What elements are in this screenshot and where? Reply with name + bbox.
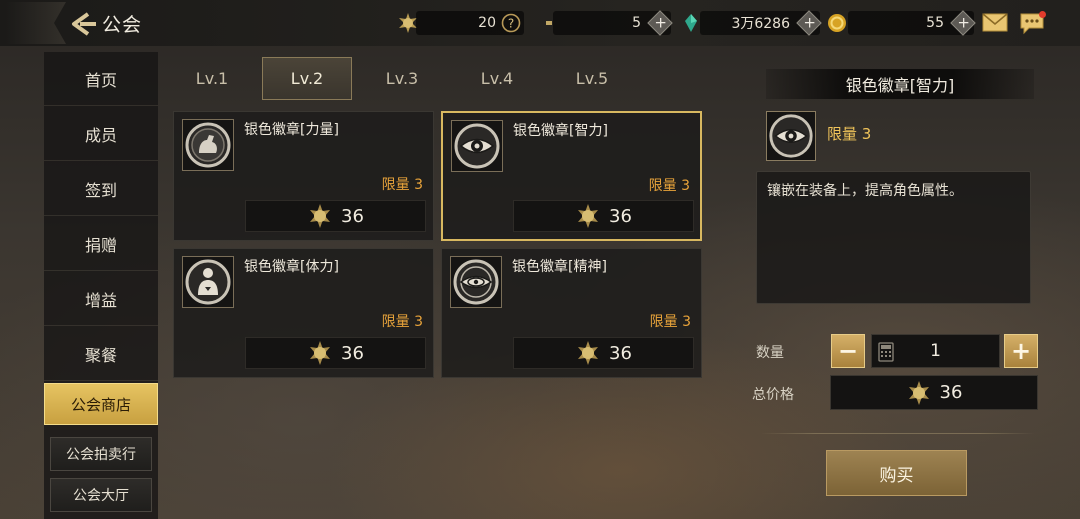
item-icon-frame <box>451 120 503 172</box>
shop-item-strength[interactable]: 银色徽章[力量] 限量 3 36 <box>173 111 434 241</box>
minus-icon: − <box>837 337 859 365</box>
guild-medal-icon <box>578 204 599 228</box>
sidebar: 首页 成员 签到 捐赠 增益 聚餐 公会商店 公会拍卖行 公会大厅 <box>44 52 158 519</box>
item-limit: 限量 3 <box>649 314 691 330</box>
tab-lv4[interactable]: Lv.4 <box>452 57 542 100</box>
intelligence-eye-icon <box>454 123 500 169</box>
detail-title: 银色徽章[智力] <box>766 69 1034 99</box>
guild-medal-icon <box>908 380 929 405</box>
spirit-eye-icon <box>453 259 499 305</box>
plus-icon: + <box>803 13 816 32</box>
guild-medal-icon <box>578 341 599 365</box>
page-title: 公会 <box>102 14 143 36</box>
tab-lv5[interactable]: Lv.5 <box>547 57 637 100</box>
calculator-icon[interactable] <box>878 342 894 362</box>
resource-medal-value: 20 <box>478 15 496 31</box>
resource-crystal: 3万6286 + <box>700 10 822 36</box>
item-price: 36 <box>245 200 426 232</box>
quantity-label: 数量 <box>756 345 784 361</box>
resource-moon-value: 5 <box>632 15 641 31</box>
sidebar-item-members[interactable]: 成员 <box>44 107 158 161</box>
svg-text:?: ? <box>508 17 514 31</box>
item-limit: 限量 3 <box>381 177 423 193</box>
strength-arm-icon <box>185 122 231 168</box>
item-limit: 限量 3 <box>381 314 423 330</box>
total-price: 36 <box>830 375 1038 410</box>
item-price-value: 36 <box>609 205 632 227</box>
shop-item-spirit[interactable]: 银色徽章[精神] 限量 3 36 <box>441 248 702 378</box>
plus-icon: + <box>957 13 970 32</box>
intelligence-eye-icon <box>769 114 813 158</box>
total-price-value: 36 <box>939 382 963 403</box>
mail-icon[interactable] <box>982 13 1008 32</box>
help-icon[interactable]: ? <box>501 13 521 33</box>
total-price-label: 总价格 <box>752 387 794 403</box>
item-description: 镶嵌在装备上，提高角色属性。 <box>756 171 1031 304</box>
item-icon-frame <box>182 119 234 171</box>
plus-icon: + <box>654 13 667 32</box>
guild-medal-icon <box>310 204 331 228</box>
buy-button[interactable]: 购买 <box>826 450 967 496</box>
quantity-value: 1 <box>930 341 941 361</box>
detail-limit: 限量 3 <box>827 125 872 143</box>
tab-lv3[interactable]: Lv.3 <box>357 57 447 100</box>
tab-lv1[interactable]: Lv.1 <box>167 57 257 100</box>
divider <box>760 433 1035 434</box>
detail-item-icon <box>766 111 816 161</box>
item-price-value: 36 <box>341 205 364 227</box>
item-name: 银色徽章[智力] <box>513 123 608 139</box>
sidebar-item-guild-shop[interactable]: 公会商店 <box>44 383 158 425</box>
item-icon-frame <box>182 256 234 308</box>
gold-coin-icon <box>828 14 846 32</box>
add-coin-button[interactable]: + <box>950 10 976 36</box>
add-crystal-button[interactable]: + <box>796 10 822 36</box>
plus-icon: + <box>1010 337 1032 365</box>
item-price: 36 <box>513 200 694 232</box>
sidebar-item-buff[interactable]: 增益 <box>44 272 158 326</box>
decrease-quantity-button[interactable]: − <box>831 334 865 368</box>
green-crystal-icon <box>685 14 697 32</box>
sidebar-item-home[interactable]: 首页 <box>44 52 158 106</box>
item-name: 银色徽章[精神] <box>512 259 607 275</box>
notification-dot <box>1039 11 1046 18</box>
item-price-value: 36 <box>341 342 364 364</box>
back-button[interactable] <box>6 2 96 44</box>
top-bar: 公会 20 ? 5 + 3万6286 + 55 + <box>0 0 1080 46</box>
sidebar-item-feast[interactable]: 聚餐 <box>44 327 158 381</box>
resource-coin-value: 55 <box>926 15 944 31</box>
shop-item-intelligence[interactable]: 银色徽章[智力] 限量 3 36 <box>441 111 702 241</box>
shop-item-stamina[interactable]: 银色徽章[体力] 限量 3 36 <box>173 248 434 378</box>
stamina-body-icon <box>185 259 231 305</box>
sidebar-item-donate[interactable]: 捐赠 <box>44 217 158 271</box>
resource-medal: 20 ? <box>416 11 524 35</box>
resource-moon: 5 + <box>553 10 673 36</box>
quantity-stepper[interactable]: 1 <box>871 334 1000 368</box>
item-price: 36 <box>513 337 694 369</box>
moon-crescent-icon <box>539 15 552 31</box>
resource-crystal-value: 3万6286 <box>731 16 790 32</box>
item-price-value: 36 <box>609 342 632 364</box>
sidebar-item-guild-hall[interactable]: 公会大厅 <box>50 478 152 512</box>
sidebar-item-checkin[interactable]: 签到 <box>44 162 158 216</box>
item-limit: 限量 3 <box>648 178 690 194</box>
tab-lv2[interactable]: Lv.2 <box>262 57 352 100</box>
item-name: 银色徽章[力量] <box>244 122 339 138</box>
item-price: 36 <box>245 337 426 369</box>
back-button-wing <box>6 2 66 44</box>
increase-quantity-button[interactable]: + <box>1004 334 1038 368</box>
item-name: 银色徽章[体力] <box>244 259 339 275</box>
back-arrow-icon <box>72 12 96 36</box>
sidebar-item-guild-auction[interactable]: 公会拍卖行 <box>50 437 152 471</box>
add-moon-button[interactable]: + <box>647 10 673 36</box>
resource-coin: 55 + <box>848 10 976 36</box>
item-icon-frame <box>450 256 502 308</box>
guild-medal-icon <box>310 341 331 365</box>
